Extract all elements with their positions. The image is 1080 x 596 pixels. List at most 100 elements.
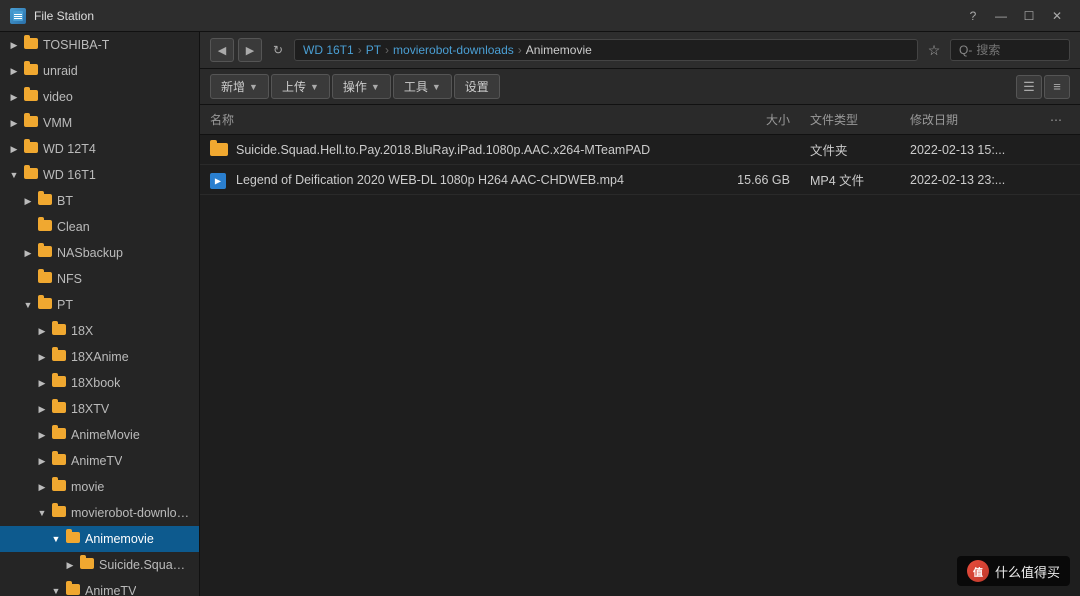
- detail-view-button[interactable]: ≡: [1044, 75, 1070, 99]
- sidebar-item-nfs[interactable]: ▶ NFS: [0, 266, 199, 292]
- sidebar-item-toshiba[interactable]: ▶ TOSHIBA-T: [0, 32, 199, 58]
- sidebar-label-wd16t1: WD 16T1: [43, 168, 96, 182]
- upload-dropdown-arrow: ▼: [310, 82, 319, 92]
- sidebar-label-18xtv: 18XTV: [71, 402, 109, 416]
- list-view-button[interactable]: ☰: [1016, 75, 1042, 99]
- sidebar-label-18x: 18X: [71, 324, 93, 338]
- maximize-button[interactable]: ☐: [1016, 6, 1042, 26]
- file-table: 名称 大小 文件类型 修改日期 ⋯ Suicide.Squad.Hell.to.…: [200, 105, 1080, 596]
- sidebar-item-18xbook[interactable]: ▶ 18Xbook: [0, 370, 199, 396]
- sidebar-label-animemovie2: Animemovie: [85, 532, 154, 546]
- sidebar-item-animetv[interactable]: ▶ AnimeTV: [0, 448, 199, 474]
- arrow-pt: ▼: [22, 299, 34, 311]
- arrow-animetv: ▶: [36, 455, 48, 467]
- sidebar-item-movie[interactable]: ▶ movie: [0, 474, 199, 500]
- refresh-button[interactable]: ↻: [266, 38, 290, 62]
- sidebar-item-18xtv[interactable]: ▶ 18XTV: [0, 396, 199, 422]
- main-layout: ▶ TOSHIBA-T▶ unraid▶ video▶ VMM▶ WD 12T4…: [0, 32, 1080, 596]
- arrow-toshiba: ▶: [8, 39, 20, 51]
- folder-icon-toshiba: [24, 38, 38, 52]
- sidebar-item-movierobot[interactable]: ▼ movierobot-downloads: [0, 500, 199, 526]
- file-date-1: 2022-02-13 15:...: [910, 143, 1050, 157]
- sidebar-item-wd12t4[interactable]: ▶ WD 12T4: [0, 136, 199, 162]
- title-bar: File Station ? — ☐ ✕: [0, 0, 1080, 32]
- forward-button[interactable]: ▶: [238, 38, 262, 62]
- mp4-icon: [210, 173, 226, 189]
- sidebar-label-video: video: [43, 90, 73, 104]
- col-header-more: ⋯: [1050, 113, 1070, 127]
- tool-button[interactable]: 工具 ▼: [393, 74, 452, 99]
- folder-icon-18xbook: [52, 376, 66, 390]
- new-button[interactable]: 新增 ▼: [210, 74, 269, 99]
- sidebar-item-18x[interactable]: ▶ 18X: [0, 318, 199, 344]
- sidebar-label-nasbackup: NASbackup: [57, 246, 123, 260]
- close-button[interactable]: ✕: [1044, 6, 1070, 26]
- watermark-logo: 值: [967, 560, 989, 582]
- file-type-1: 文件夹: [810, 140, 910, 159]
- sidebar-item-animemovie[interactable]: ▶ AnimeMovie: [0, 422, 199, 448]
- sidebar-label-animetv: AnimeTV: [71, 454, 122, 468]
- search-input[interactable]: [976, 43, 1056, 57]
- col-header-type: 文件类型: [810, 111, 910, 128]
- sidebar: ▶ TOSHIBA-T▶ unraid▶ video▶ VMM▶ WD 12T4…: [0, 32, 200, 596]
- folder-icon-wd12t4: [24, 142, 38, 156]
- sidebar-label-clean: Clean: [57, 220, 90, 234]
- sidebar-item-18xanime[interactable]: ▶ 18XAnime: [0, 344, 199, 370]
- folder-icon-pt: [38, 298, 52, 312]
- sidebar-item-pt[interactable]: ▼ PT: [0, 292, 199, 318]
- file-type-2: MP4 文件: [810, 170, 910, 189]
- bookmark-button[interactable]: ☆: [922, 38, 946, 62]
- sidebar-item-wd16t1[interactable]: ▼ WD 16T1: [0, 162, 199, 188]
- breadcrumb-part-3[interactable]: movierobot-downloads: [393, 43, 514, 57]
- app-icon: [10, 8, 26, 24]
- arrow-unraid: ▶: [8, 65, 20, 77]
- sidebar-item-video[interactable]: ▶ video: [0, 84, 199, 110]
- folder-icon-unraid: [24, 64, 38, 78]
- sidebar-item-clean[interactable]: ▶ Clean: [0, 214, 199, 240]
- settings-button[interactable]: 设置: [454, 74, 500, 99]
- arrow-18x: ▶: [36, 325, 48, 337]
- table-row[interactable]: Suicide.Squad.Hell.to.Pay.2018.BluRay.iP…: [200, 135, 1080, 165]
- arrow-bt: ▶: [22, 195, 34, 207]
- sidebar-item-animetv2[interactable]: ▼ AnimeTV: [0, 578, 199, 596]
- sidebar-label-18xbook: 18Xbook: [71, 376, 120, 390]
- folder-icon-bt: [38, 194, 52, 208]
- folder-icon-animemovie: [52, 428, 66, 442]
- col-header-date: 修改日期: [910, 111, 1050, 128]
- sidebar-item-suicide[interactable]: ▶ Suicide.Squad.Hell...: [0, 552, 199, 578]
- operate-button[interactable]: 操作 ▼: [332, 74, 391, 99]
- folder-icon-wd16t1: [24, 168, 38, 182]
- view-controls: ☰ ≡: [1016, 75, 1070, 99]
- folder-icon-movie: [52, 480, 66, 494]
- folder-icon-animemovie2: [66, 532, 80, 546]
- breadcrumb-part-2[interactable]: PT: [366, 43, 381, 57]
- arrow-video: ▶: [8, 91, 20, 103]
- sidebar-item-bt[interactable]: ▶ BT: [0, 188, 199, 214]
- operate-dropdown-arrow: ▼: [371, 82, 380, 92]
- sidebar-item-vmm[interactable]: ▶ VMM: [0, 110, 199, 136]
- table-row[interactable]: Legend of Deification 2020 WEB-DL 1080p …: [200, 165, 1080, 195]
- arrow-18xtv: ▶: [36, 403, 48, 415]
- folder-icon-nfs: [38, 272, 52, 286]
- arrow-nasbackup: ▶: [22, 247, 34, 259]
- file-name-1: Suicide.Squad.Hell.to.Pay.2018.BluRay.iP…: [236, 143, 710, 157]
- sidebar-label-wd12t4: WD 12T4: [43, 142, 96, 156]
- breadcrumb-part-1[interactable]: WD 16T1: [303, 43, 354, 57]
- sidebar-item-animemovie2[interactable]: ▼ Animemovie: [0, 526, 199, 552]
- folder-icon-18xtv: [52, 402, 66, 416]
- breadcrumb-part-4[interactable]: Animemovie: [526, 43, 592, 57]
- minimize-button[interactable]: —: [988, 6, 1014, 26]
- file-icon-1: [210, 143, 228, 157]
- arrow-wd16t1: ▼: [8, 169, 20, 181]
- back-button[interactable]: ◀: [210, 38, 234, 62]
- upload-button[interactable]: 上传 ▼: [271, 74, 330, 99]
- sidebar-item-nasbackup[interactable]: ▶ NASbackup: [0, 240, 199, 266]
- watermark-text: 什么值得买: [995, 562, 1060, 581]
- sidebar-item-unraid[interactable]: ▶ unraid: [0, 58, 199, 84]
- arrow-animemovie2: ▼: [50, 533, 62, 545]
- help-button[interactable]: ?: [960, 6, 986, 26]
- watermark: 值 什么值得买: [957, 556, 1070, 586]
- sidebar-label-18xanime: 18XAnime: [71, 350, 129, 364]
- arrow-vmm: ▶: [8, 117, 20, 129]
- breadcrumb-sep-2: ›: [385, 43, 389, 57]
